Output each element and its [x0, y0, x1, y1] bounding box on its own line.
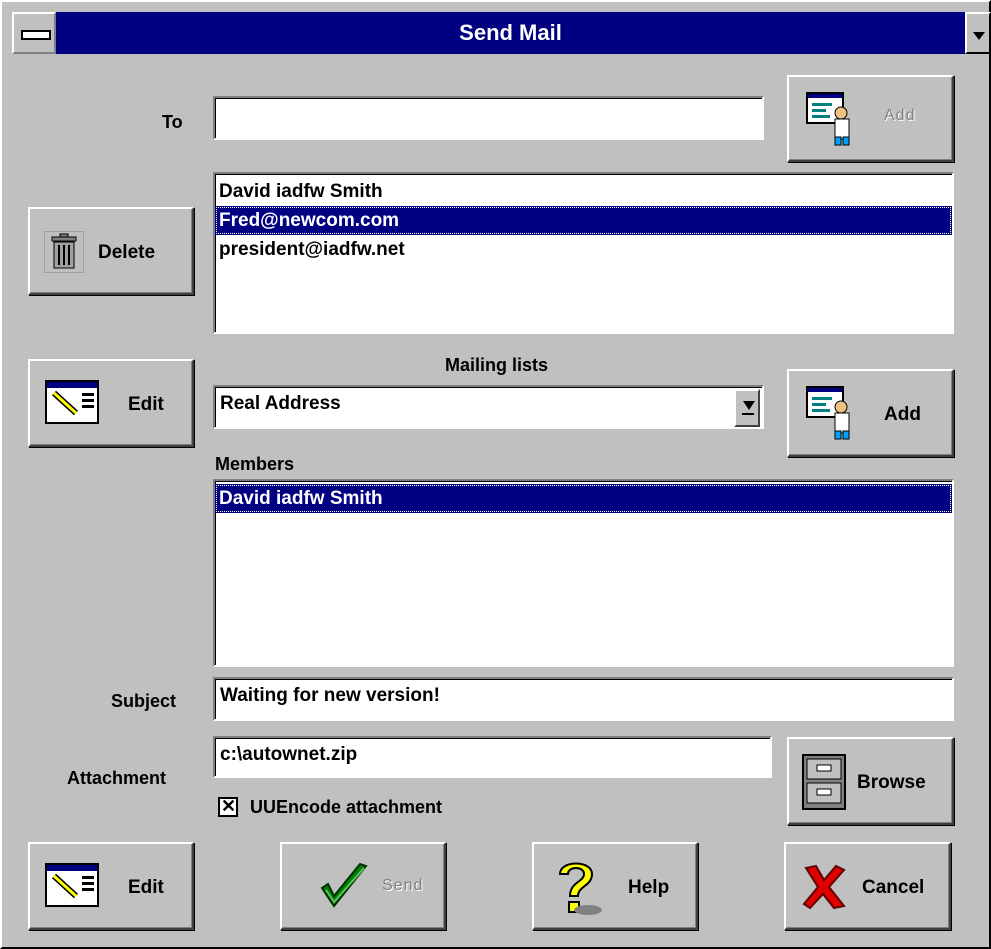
- chevron-down-icon: [973, 32, 985, 40]
- edit-window-icon: [45, 863, 99, 907]
- subject-label: Subject: [111, 691, 177, 711]
- add-list-label: Add: [884, 404, 921, 425]
- mailing-lists-label: Mailing lists: [445, 355, 549, 375]
- address-book-person-icon: [806, 92, 850, 146]
- edit-lists-label: Edit: [128, 394, 164, 415]
- to-label: To: [162, 112, 183, 132]
- list-item[interactable]: David iadfw Smith: [215, 484, 952, 513]
- file-cabinet-icon: [802, 754, 846, 810]
- help-button[interactable]: Help: [532, 842, 698, 930]
- list-item[interactable]: president@iadfw.net: [215, 235, 952, 264]
- mailing-lists-select[interactable]: Real Address: [213, 385, 764, 429]
- add-list-button[interactable]: Add: [787, 369, 954, 457]
- edit-button[interactable]: Edit: [28, 842, 194, 930]
- system-menu-button[interactable]: [12, 12, 56, 54]
- edit-window-icon: [45, 380, 99, 424]
- list-item[interactable]: David iadfw Smith: [215, 177, 952, 206]
- send-label: Send: [382, 877, 424, 894]
- members-list[interactable]: David iadfw Smith: [213, 479, 954, 667]
- subject-input[interactable]: Waiting for new version!: [213, 677, 954, 721]
- members-label: Members: [215, 454, 295, 474]
- add-recipient-label: Add: [884, 107, 916, 124]
- send-button[interactable]: Send: [280, 842, 446, 930]
- browse-button[interactable]: Browse: [787, 737, 954, 825]
- mailing-lists-selected: Real Address: [220, 393, 341, 414]
- recipients-list[interactable]: David iadfw Smith Fred@newcom.com presid…: [213, 172, 954, 334]
- red-x-icon: [802, 864, 846, 910]
- minimize-button[interactable]: [965, 12, 991, 54]
- checkmark-icon: [320, 862, 368, 908]
- title-bar: Send Mail: [12, 12, 991, 54]
- trash-can-icon: [44, 231, 84, 273]
- address-book-person-icon: [806, 386, 850, 440]
- uuencode-label[interactable]: UUEncode attachment: [250, 797, 442, 818]
- add-recipient-button[interactable]: Add: [787, 75, 954, 162]
- edit-label: Edit: [128, 877, 164, 898]
- attachment-input[interactable]: c:\autownet.zip: [213, 736, 772, 778]
- window-title: Send Mail: [459, 20, 562, 45]
- uuencode-checkbox[interactable]: ✕: [218, 796, 238, 817]
- arrow-down-icon: [743, 401, 755, 410]
- send-mail-window: Send Mail To Add David iadfw Smith Fred@…: [0, 0, 991, 949]
- list-item[interactable]: Fred@newcom.com: [215, 206, 952, 235]
- question-mark-icon: [558, 862, 602, 915]
- delete-button[interactable]: Delete: [28, 207, 194, 295]
- to-input[interactable]: [213, 96, 764, 140]
- attachment-label: Attachment: [67, 768, 167, 788]
- cancel-label: Cancel: [862, 877, 925, 898]
- checkmark-x-icon: ✕: [221, 796, 237, 816]
- delete-label: Delete: [98, 242, 156, 263]
- browse-label: Browse: [857, 772, 926, 793]
- cancel-button[interactable]: Cancel: [784, 842, 951, 930]
- help-label: Help: [628, 877, 670, 898]
- edit-lists-button[interactable]: Edit: [28, 359, 194, 447]
- mailing-lists-dropdown-button[interactable]: [734, 389, 760, 427]
